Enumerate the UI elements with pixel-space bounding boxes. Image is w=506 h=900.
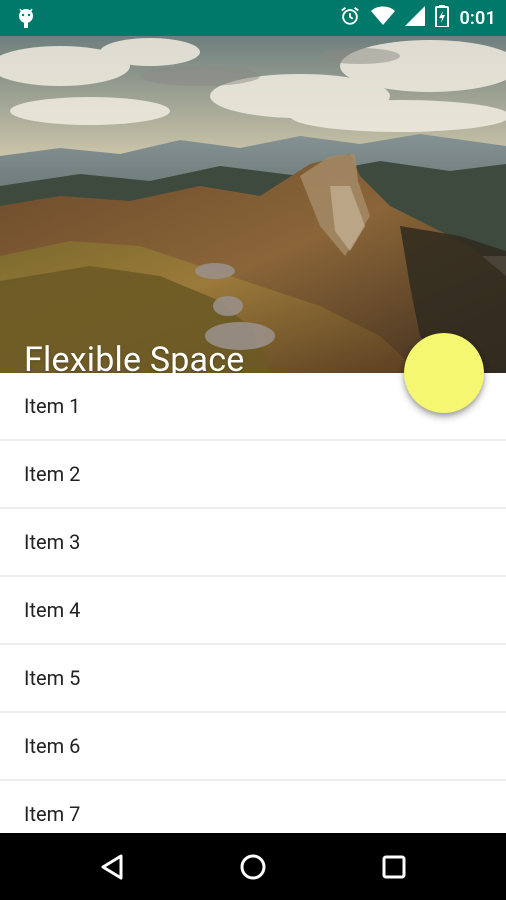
- landscape-image: [0, 36, 506, 373]
- back-icon[interactable]: [97, 851, 129, 883]
- status-bar: 0:01: [0, 0, 506, 36]
- list-item[interactable]: Item 5: [0, 645, 506, 713]
- wifi-icon: [371, 6, 396, 30]
- list-item[interactable]: Item 6: [0, 713, 506, 781]
- item-list: Item 1 Item 2 Item 3 Item 4 Item 5 Item …: [0, 373, 506, 833]
- android-icon: [14, 6, 38, 30]
- home-icon[interactable]: [237, 851, 269, 883]
- flexible-space-header: Flexible Space: [0, 36, 506, 373]
- list-item-label: Item 5: [24, 666, 81, 690]
- list-item[interactable]: Item 7: [0, 781, 506, 833]
- list-item[interactable]: Item 3: [0, 509, 506, 577]
- list-item-label: Item 2: [24, 462, 81, 486]
- list-item[interactable]: Item 2: [0, 441, 506, 509]
- list-item-label: Item 4: [24, 598, 81, 622]
- floating-action-button[interactable]: [404, 333, 484, 413]
- list-item-label: Item 7: [24, 802, 81, 826]
- status-time: 0:01: [459, 7, 496, 29]
- list-item[interactable]: Item 4: [0, 577, 506, 645]
- navigation-bar: [0, 833, 506, 900]
- list-item-label: Item 1: [24, 394, 81, 418]
- header-title: Flexible Space: [24, 340, 245, 373]
- list-item-label: Item 6: [24, 734, 81, 758]
- signal-icon: [405, 6, 426, 30]
- list-item-label: Item 3: [24, 530, 81, 554]
- battery-icon: [435, 5, 450, 31]
- alarm-icon: [339, 5, 361, 31]
- recents-icon[interactable]: [378, 851, 410, 883]
